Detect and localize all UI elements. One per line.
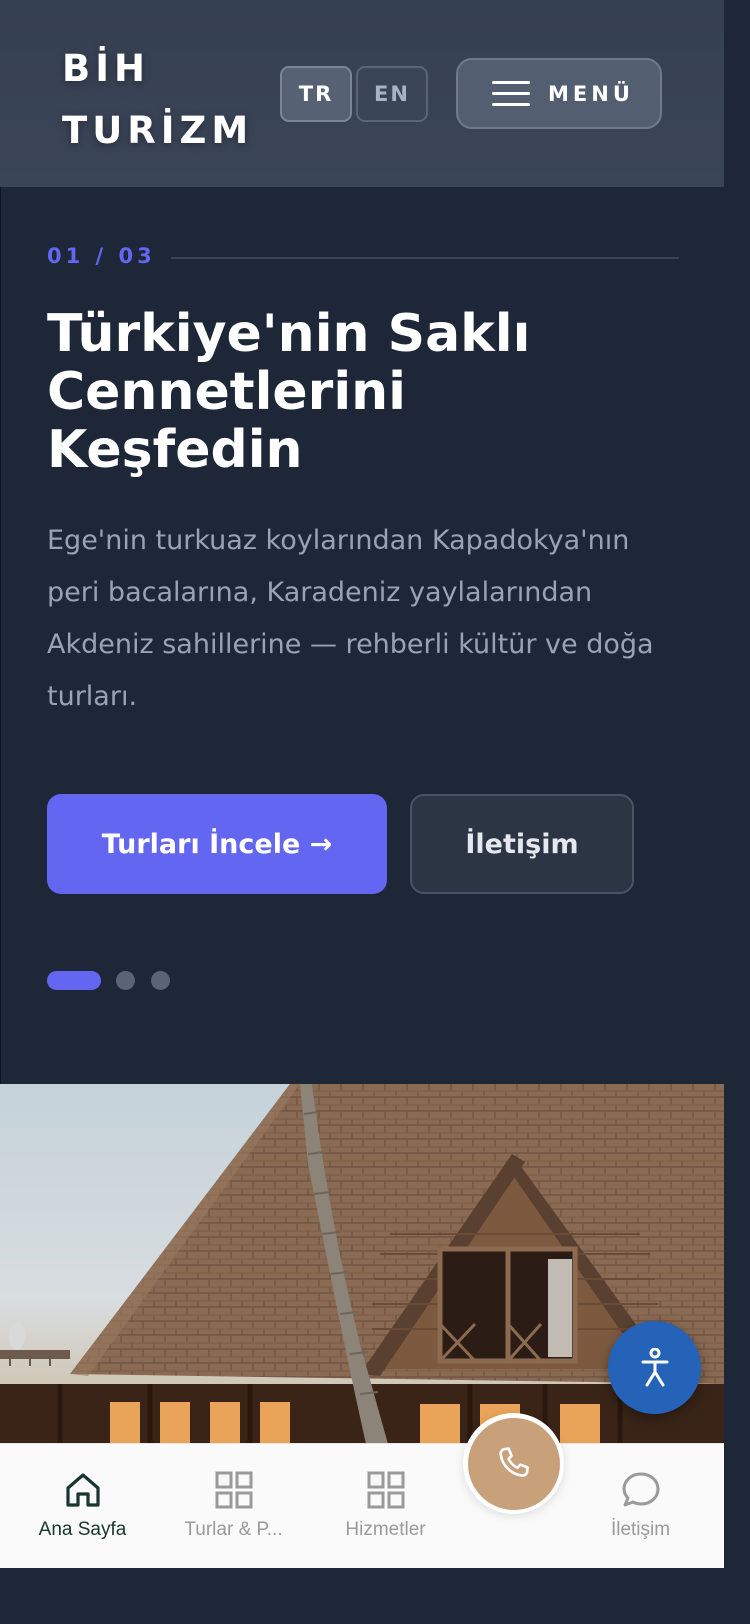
call-button[interactable] (463, 1413, 564, 1514)
hero-slider: 01 / 03 Türkiye'nin Saklı Cennetlerini K… (0, 187, 724, 1084)
nav-tours-label: Turlar & P... (184, 1519, 283, 1540)
logo-line-1: BİH (62, 47, 150, 90)
site-header: BİH TURİZM TR EN MENÜ (0, 0, 724, 187)
slide-dot-2[interactable] (116, 971, 135, 990)
lang-tr-button[interactable]: TR (280, 66, 352, 122)
call-button-inner (467, 1417, 560, 1510)
hamburger-icon (492, 80, 530, 107)
hero-title-line-3: Keşfedin (47, 420, 303, 480)
nav-contact-label: İletişim (610, 1519, 671, 1540)
accessibility-button[interactable] (608, 1321, 701, 1414)
counter-divider (171, 257, 679, 259)
slide-counter: 01 / 03 (47, 244, 156, 268)
nav-contact[interactable]: İletişim (568, 1444, 713, 1569)
nav-home[interactable]: Ana Sayfa (10, 1444, 155, 1569)
logo-line-2: TURİZM (62, 109, 254, 152)
accessibility-icon (641, 1347, 668, 1386)
nav-services-label: Hizmetler (345, 1519, 426, 1540)
lang-en-button[interactable]: EN (356, 66, 428, 122)
hero-description: Ege'nin turkuaz koylarından Kapadokya'nı… (47, 525, 654, 712)
chat-bubble-icon (622, 1472, 659, 1507)
menu-label: MENÜ (548, 81, 634, 106)
home-icon (65, 1473, 100, 1507)
grid-icon (367, 1471, 404, 1509)
slide-dot-3[interactable] (151, 971, 170, 990)
grid-icon (215, 1471, 252, 1509)
bottom-navigation: Ana Sayfa Turlar & P... Hizmetler İletiş… (0, 1443, 724, 1568)
nav-home-label: Ana Sayfa (38, 1519, 127, 1540)
slide-dot-1[interactable] (47, 971, 101, 990)
hero-title-line-1: Türkiye'nin Saklı (47, 304, 531, 364)
view-tours-button[interactable]: Turları İncele → (47, 794, 387, 894)
hero-title-line-2: Cennetlerini (47, 362, 406, 422)
hero-title: Türkiye'nin Saklı Cennetlerini Keşfedin (47, 305, 687, 479)
menu-button[interactable]: MENÜ (456, 58, 662, 129)
nav-tours[interactable]: Turlar & P... (161, 1444, 306, 1569)
nav-services[interactable]: Hizmetler (313, 1444, 458, 1569)
phone-icon (498, 1446, 529, 1477)
logo[interactable]: BİH TURİZM (62, 38, 253, 162)
contact-button[interactable]: İletişim (410, 794, 634, 894)
